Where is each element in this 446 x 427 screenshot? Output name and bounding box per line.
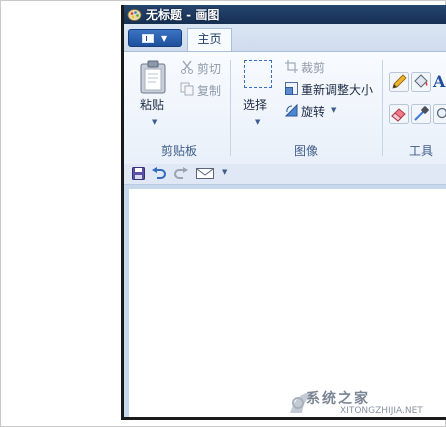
chevron-down-icon[interactable]: ▼ (255, 118, 260, 126)
ribbon: 粘贴 ▼ 剪切 复制 剪贴板 选择 ▼ 裁剪 重新调整大小 旋转 ▼ 图像 A … (124, 51, 446, 165)
chevron-down-icon[interactable]: ▼ (222, 168, 227, 176)
application-menu-button[interactable]: ▼ (128, 29, 182, 47)
select-icon[interactable] (244, 60, 272, 88)
chevron-down-icon: ▼ (161, 34, 168, 43)
crop-icon (285, 60, 298, 73)
menu-icon (142, 34, 154, 43)
ribbon-tab-row: ▼ 主页 (124, 24, 446, 51)
rotate-button[interactable]: 旋转 (301, 103, 325, 120)
undo-icon[interactable] (152, 167, 166, 180)
chevron-down-icon[interactable]: ▼ (331, 106, 336, 114)
fill-bucket-icon[interactable] (411, 72, 431, 92)
clipboard-group-label: 剪贴板 (161, 144, 198, 158)
chevron-down-icon[interactable]: ▼ (152, 118, 157, 126)
title-bar[interactable]: 无标题 - 画图 (124, 5, 446, 24)
watermark-brand: 系统之家 (306, 391, 370, 407)
paint-window: 无标题 - 画图 ▼ 主页 粘贴 ▼ 剪切 复制 剪贴板 选择 ▼ 裁剪 重新调… (121, 5, 446, 420)
group-separator (382, 60, 383, 156)
select-button[interactable]: 选择 (243, 96, 267, 113)
paint-app-icon (127, 9, 142, 21)
tab-home[interactable]: 主页 (187, 28, 232, 51)
tools-group-label: 工具 (409, 144, 434, 158)
copy-button[interactable]: 复制 (197, 82, 221, 99)
resize-icon (285, 82, 298, 95)
resize-button[interactable]: 重新调整大小 (301, 81, 373, 98)
color-picker-icon[interactable] (411, 104, 431, 124)
copy-icon (180, 82, 194, 96)
rotate-icon (285, 104, 298, 117)
cut-button[interactable]: 剪切 (197, 60, 221, 77)
quick-access-toolbar: ▼ (124, 164, 446, 185)
envelope-icon[interactable] (196, 167, 214, 180)
image-group-label: 图像 (294, 144, 319, 158)
pencil-icon[interactable] (389, 72, 409, 92)
scissors-icon (181, 60, 193, 74)
save-icon[interactable] (132, 167, 145, 180)
redo-icon[interactable] (174, 167, 188, 180)
crop-button[interactable]: 裁剪 (301, 59, 325, 76)
magnifier-icon[interactable] (433, 104, 446, 124)
group-separator (230, 60, 231, 156)
window-title: 无标题 - 画图 (146, 8, 220, 22)
eraser-icon[interactable] (389, 104, 409, 124)
clipboard-icon[interactable] (139, 60, 167, 94)
watermark-url: XITONGZHIJIA.NET (340, 406, 423, 416)
paste-button[interactable]: 粘贴 (140, 96, 164, 113)
text-tool-icon[interactable]: A (433, 72, 446, 92)
